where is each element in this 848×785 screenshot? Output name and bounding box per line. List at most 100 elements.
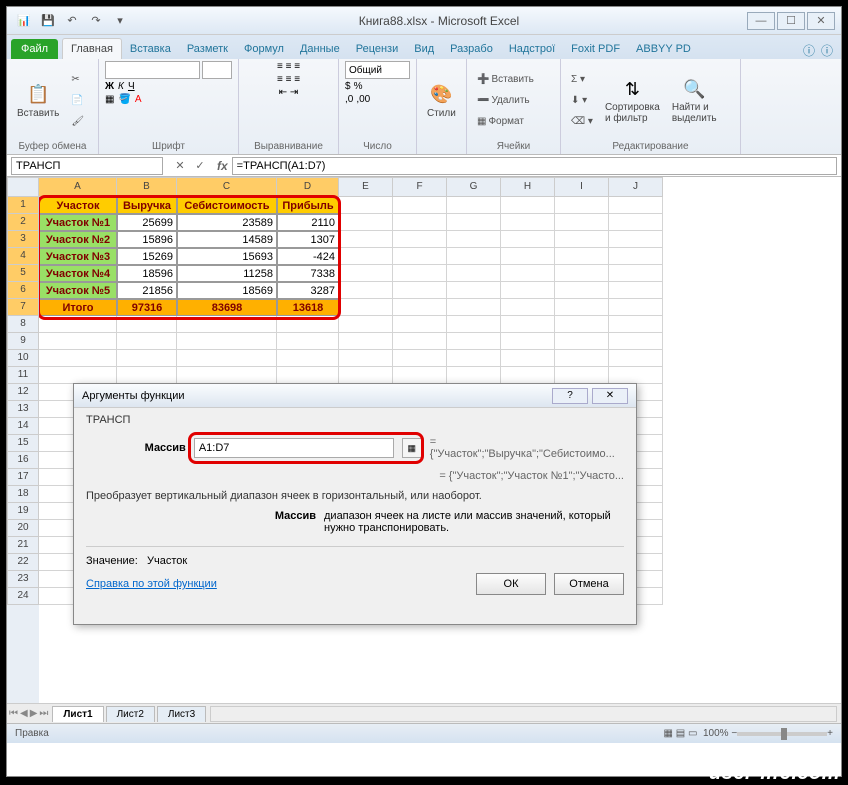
column-header[interactable]: A: [39, 177, 117, 197]
cell[interactable]: [117, 367, 177, 384]
row-header[interactable]: 3: [7, 231, 39, 248]
view-layout-icon[interactable]: ▤: [676, 728, 685, 739]
cell[interactable]: [339, 248, 393, 265]
cell[interactable]: Участок №1: [39, 214, 117, 231]
cell[interactable]: [177, 316, 277, 333]
cell[interactable]: [555, 282, 609, 299]
name-box[interactable]: ТРАНСП: [11, 157, 163, 175]
cell[interactable]: 83698: [177, 299, 277, 316]
cell[interactable]: [609, 350, 663, 367]
cell[interactable]: [609, 197, 663, 214]
decrease-decimal-button[interactable]: ,00: [356, 94, 370, 105]
cell[interactable]: Итого: [39, 299, 117, 316]
row-header[interactable]: 19: [7, 503, 39, 520]
file-tab[interactable]: Файл: [11, 39, 58, 59]
cell[interactable]: [447, 231, 501, 248]
cell[interactable]: [555, 333, 609, 350]
range-selector-button[interactable]: ▦: [402, 438, 422, 458]
cell[interactable]: [609, 333, 663, 350]
cell[interactable]: [339, 197, 393, 214]
cell[interactable]: [393, 231, 447, 248]
autosum-button[interactable]: Σ ▾: [567, 69, 597, 89]
view-break-icon[interactable]: ▭: [688, 728, 697, 739]
row-header[interactable]: 16: [7, 452, 39, 469]
row-header[interactable]: 4: [7, 248, 39, 265]
row-header[interactable]: 24: [7, 588, 39, 605]
cell[interactable]: [555, 197, 609, 214]
underline-button[interactable]: Ч: [128, 81, 135, 92]
cell[interactable]: [393, 316, 447, 333]
percent-button[interactable]: %: [354, 81, 363, 92]
cell[interactable]: [117, 350, 177, 367]
dialog-help-button[interactable]: ?: [552, 388, 588, 404]
cell[interactable]: [393, 333, 447, 350]
row-header[interactable]: 15: [7, 435, 39, 452]
cell[interactable]: [609, 282, 663, 299]
cell[interactable]: 18596: [117, 265, 177, 282]
cell[interactable]: [393, 350, 447, 367]
row-header[interactable]: 11: [7, 367, 39, 384]
cell[interactable]: [177, 350, 277, 367]
cell[interactable]: Участок №3: [39, 248, 117, 265]
cell[interactable]: 15896: [117, 231, 177, 248]
tab-formulas[interactable]: Формул: [236, 39, 292, 59]
row-header[interactable]: 7: [7, 299, 39, 316]
cell[interactable]: [277, 350, 339, 367]
view-normal-icon[interactable]: ▦: [663, 728, 672, 739]
column-header[interactable]: G: [447, 177, 501, 197]
cell[interactable]: 3287: [277, 282, 339, 299]
cell[interactable]: [609, 299, 663, 316]
minimize-button[interactable]: —: [747, 12, 775, 30]
save-icon[interactable]: 💾: [37, 11, 59, 31]
cell[interactable]: [555, 248, 609, 265]
cell[interactable]: [501, 282, 555, 299]
cell[interactable]: [339, 350, 393, 367]
cell[interactable]: [501, 248, 555, 265]
cell[interactable]: [447, 197, 501, 214]
row-header[interactable]: 18: [7, 486, 39, 503]
row-header[interactable]: 20: [7, 520, 39, 537]
cell[interactable]: [447, 316, 501, 333]
row-header[interactable]: 6: [7, 282, 39, 299]
cell[interactable]: 25699: [117, 214, 177, 231]
column-header[interactable]: C: [177, 177, 277, 197]
cell[interactable]: [447, 214, 501, 231]
tab-abbyy[interactable]: ABBYY PD: [628, 39, 699, 59]
cell[interactable]: [447, 265, 501, 282]
help-link[interactable]: Справка по этой функции: [86, 578, 468, 590]
cell[interactable]: [447, 299, 501, 316]
cell[interactable]: [339, 316, 393, 333]
increase-decimal-button[interactable]: ,0: [345, 94, 353, 105]
cell[interactable]: [447, 248, 501, 265]
insert-cells-button[interactable]: ➕ Вставить: [473, 69, 538, 89]
cell[interactable]: [501, 214, 555, 231]
cell[interactable]: [447, 350, 501, 367]
paste-button[interactable]: 📋 Вставить: [13, 80, 63, 121]
tab-view[interactable]: Вид: [406, 39, 442, 59]
row-header[interactable]: 9: [7, 333, 39, 350]
cell[interactable]: [117, 333, 177, 350]
tab-addins[interactable]: Надстрої: [501, 39, 563, 59]
dialog-titlebar[interactable]: Аргументы функции ? ✕: [74, 384, 636, 408]
cell[interactable]: [339, 214, 393, 231]
tab-home[interactable]: Главная: [62, 38, 122, 59]
cell[interactable]: 14589: [177, 231, 277, 248]
zoom-slider[interactable]: [737, 732, 827, 736]
cell[interactable]: [177, 333, 277, 350]
column-header[interactable]: J: [609, 177, 663, 197]
cell[interactable]: [393, 265, 447, 282]
cell[interactable]: [393, 248, 447, 265]
cell[interactable]: [447, 367, 501, 384]
cell[interactable]: Выручка: [117, 197, 177, 214]
format-painter-icon[interactable]: 🖌: [67, 111, 88, 131]
number-format-selector[interactable]: Общий: [345, 61, 410, 79]
cell[interactable]: [393, 197, 447, 214]
tab-layout[interactable]: Разметк: [179, 39, 236, 59]
cell[interactable]: [609, 231, 663, 248]
cell[interactable]: [339, 265, 393, 282]
cell[interactable]: Участок №5: [39, 282, 117, 299]
row-header[interactable]: 1: [7, 197, 39, 214]
cell[interactable]: [501, 367, 555, 384]
cell[interactable]: [39, 350, 117, 367]
cell[interactable]: [501, 333, 555, 350]
